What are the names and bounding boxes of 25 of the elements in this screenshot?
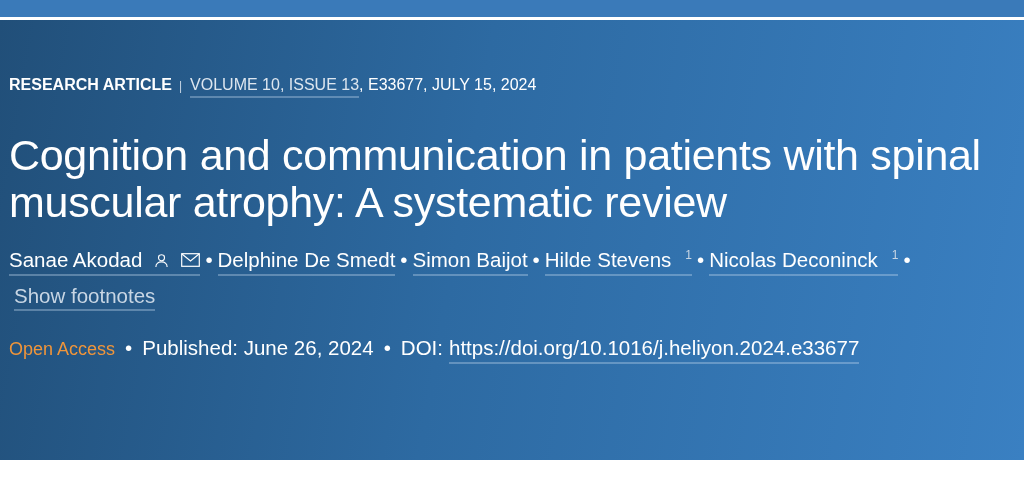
- doi-link[interactable]: https://doi.org/10.1016/j.heliyon.2024.e33677: [449, 336, 860, 364]
- separator: •: [532, 248, 540, 272]
- author-link[interactable]: Delphine De Smedt: [217, 248, 396, 272]
- footnote-link[interactable]: 1: [685, 248, 692, 262]
- person-icon[interactable]: [154, 252, 170, 268]
- article-type: RESEARCH ARTICLE: [9, 76, 172, 94]
- author-link[interactable]: Nicolas Deconinck: [709, 248, 878, 272]
- doi-label: DOI:: [400, 336, 443, 360]
- article-id-date: , E33677, JULY 15, 2024: [359, 76, 537, 94]
- separator: •: [205, 248, 213, 272]
- separator: •: [383, 336, 391, 360]
- footnote-link[interactable]: 1: [891, 248, 899, 262]
- separator: |: [178, 79, 183, 93]
- published-date: Published: June 26, 2024: [142, 336, 374, 360]
- author-link[interactable]: Hilde Stevens: [544, 248, 672, 272]
- author-link[interactable]: Sanae Akodad: [9, 248, 143, 272]
- show-footnotes-link[interactable]: Show footnotes: [14, 284, 156, 311]
- separator: •: [903, 248, 911, 272]
- separator: •: [400, 248, 408, 272]
- author-link[interactable]: Simon Baijot: [412, 248, 528, 272]
- article-title: Cognition and communication in patients with spinal muscular atrophy: A systematic review: [9, 132, 982, 226]
- open-access-label: Open Access: [9, 339, 116, 360]
- mail-icon[interactable]: [181, 253, 201, 267]
- separator: •: [125, 336, 133, 360]
- separator: •: [696, 248, 705, 272]
